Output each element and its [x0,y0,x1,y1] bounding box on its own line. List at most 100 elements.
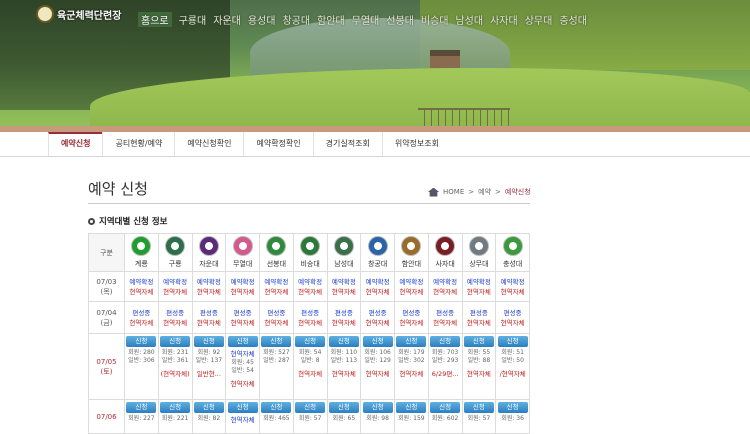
status-cell: 예약확정 현역자체 [157,271,193,302]
army-emblem-icon [36,5,54,23]
top-navigation: 홈으로 구룡대 자운대 용성대 창공대 함안대 무열대 선봉대 비승대 남성대 사자대 상무대 충성대 [138,12,587,27]
apply-button[interactable]: 신청 [463,336,494,347]
section-heading: 지역대별 신청 정보 [88,215,167,227]
club-header-cell[interactable]: 구룡 [157,233,193,272]
apply-button[interactable]: 신청 [295,336,326,347]
apply-button[interactable]: 신청 [396,336,427,347]
topnav-item[interactable]: 창공대 [282,12,310,27]
topnav-item[interactable]: 남성대 [455,12,483,27]
subnav-tab[interactable]: 예약확정확인 [243,132,312,156]
topnav-item[interactable]: 용성대 [248,12,276,27]
status-cell: 신청 회원: 703 일반: 293 6/29편... [427,333,463,400]
apply-button[interactable]: 신청 [261,336,292,347]
apply-button[interactable]: 신청 [227,336,258,347]
day-value: (금) [100,318,113,327]
status-cell: 신청 회원: 227 [124,399,159,434]
club-name: 선봉대 [266,260,287,268]
apply-button[interactable]: 신청 [227,402,258,413]
status-subtext: 현역자체 [331,318,356,327]
breadcrumb-separator: > [495,188,501,196]
breadcrumb-mid[interactable]: 예약 [478,187,491,197]
status-text: 편성중 [233,308,252,317]
status-cell: 편성중 현역자체 [360,301,395,334]
hero-bridge [418,108,510,128]
status-cell: 예약확정 현역자체 [427,271,463,302]
subnav-tab[interactable]: 위약정보조회 [381,132,451,156]
apply-button[interactable]: 신청 [328,402,359,413]
breadcrumb-home[interactable]: HOME [443,188,464,196]
topnav-item[interactable]: 상무대 [525,12,553,27]
apply-button[interactable]: 신청 [126,336,157,347]
topnav-item[interactable]: 홈으로 [138,12,172,27]
club-header-cell[interactable]: 사자대 [427,233,463,272]
topnav-item[interactable]: 무열대 [352,12,380,27]
apply-button[interactable]: 신청 [430,336,461,347]
status-note: 일반현... [196,370,221,378]
apply-button[interactable]: 신청 [362,402,393,413]
page-title: 예약 신청 [88,180,148,198]
status-note: 현역자체 [298,370,323,378]
status-text: 예약확정 [365,277,390,286]
status-text: 예약확정 [433,277,458,286]
apply-button[interactable]: 신청 [463,402,494,413]
subnav-tab[interactable]: 경기실적조회 [312,132,382,156]
site-logo[interactable]: 육군체력단련장 [36,4,128,24]
subnav-tab[interactable]: 예약신청 [48,132,103,156]
apply-button[interactable]: 신청 [497,336,528,347]
status-cell: 신청 회원: 82 [191,399,227,434]
club-header-cell[interactable]: 창공대 [360,233,395,272]
topnav-item[interactable]: 함안대 [317,12,345,27]
club-header-cell[interactable]: 자운대 [191,233,227,272]
status-cell: 편성중 현역자체 [495,301,530,334]
member-count: 회원: 57 [298,415,322,422]
apply-button[interactable]: 신청 [497,402,528,413]
status-text: 편성중 [301,308,320,317]
status-subtext: 현역자체 [466,287,491,296]
status-subtext: 현역자체 [298,287,323,296]
club-header-cell[interactable]: 계룡 [124,233,159,272]
apply-button[interactable]: 신청 [160,402,191,413]
status-subtext: 현역자체 [500,287,525,296]
apply-button[interactable]: 신청 [261,402,292,413]
status-cell: 신청회원: 57 [292,399,328,434]
apply-button[interactable]: 신청 [193,402,224,413]
topnav-item[interactable]: 자운대 [213,12,241,27]
topnav-item[interactable]: 충성대 [559,12,587,27]
club-header-cell[interactable]: 무열대 [225,233,260,272]
apply-button[interactable]: 신청 [295,402,326,413]
apply-button[interactable]: 신청 [430,402,461,413]
club-emblem-icon [131,236,152,256]
logo-text: 육군체력단련장 [57,10,122,22]
apply-button[interactable]: 신청 [396,402,427,413]
club-header-cell[interactable]: 비승대 [292,233,328,272]
subnav-tab[interactable]: 공티현황/예약 [102,132,174,156]
club-header-cell[interactable]: 남성대 [326,233,362,272]
circle-bullet-icon [88,217,95,225]
general-count: 일반: 302 [398,357,425,364]
home-icon[interactable] [428,187,439,197]
topnav-item[interactable]: 비승대 [421,12,449,27]
status-cell: 신청 회원: 527 일반: 287 [259,333,294,400]
apply-button[interactable]: 신청 [160,336,191,347]
topnav-item[interactable]: 사자대 [490,12,518,27]
status-subtext: 현역자체 [298,318,323,327]
reservation-table: 구분 계룡 구룡 자운대 무열대 선봉대 비승대 남성대 창공대 함안대 사자대 상무대 충성대 07/0… [88,233,530,434]
status-text: 예약확정 [264,277,289,286]
apply-button[interactable]: 신청 [193,336,224,347]
club-name: 사자대 [435,260,455,268]
club-header-cell[interactable]: 선봉대 [259,233,294,272]
apply-button[interactable]: 신청 [126,402,157,413]
status-cell: 신청 현역자체 회원: 45 일반: 54 현역자체 [225,333,260,400]
status-text: 예약확정 [196,277,221,286]
subnav-tab[interactable]: 예약신청확인 [174,132,243,156]
breadcrumb-separator: > [468,188,475,196]
apply-button[interactable]: 신청 [362,336,393,347]
club-header-cell[interactable]: 상무대 [461,233,497,272]
topnav-item[interactable]: 선봉대 [386,12,414,27]
club-header-cell[interactable]: 함안대 [394,233,429,272]
club-header-cell[interactable]: 충성대 [495,233,530,272]
status-cell: 신청 회원: 602 [427,399,463,434]
status-subtext: 현역자체 [500,318,525,327]
topnav-item[interactable]: 구룡대 [179,12,207,27]
apply-button[interactable]: 신청 [328,336,359,347]
